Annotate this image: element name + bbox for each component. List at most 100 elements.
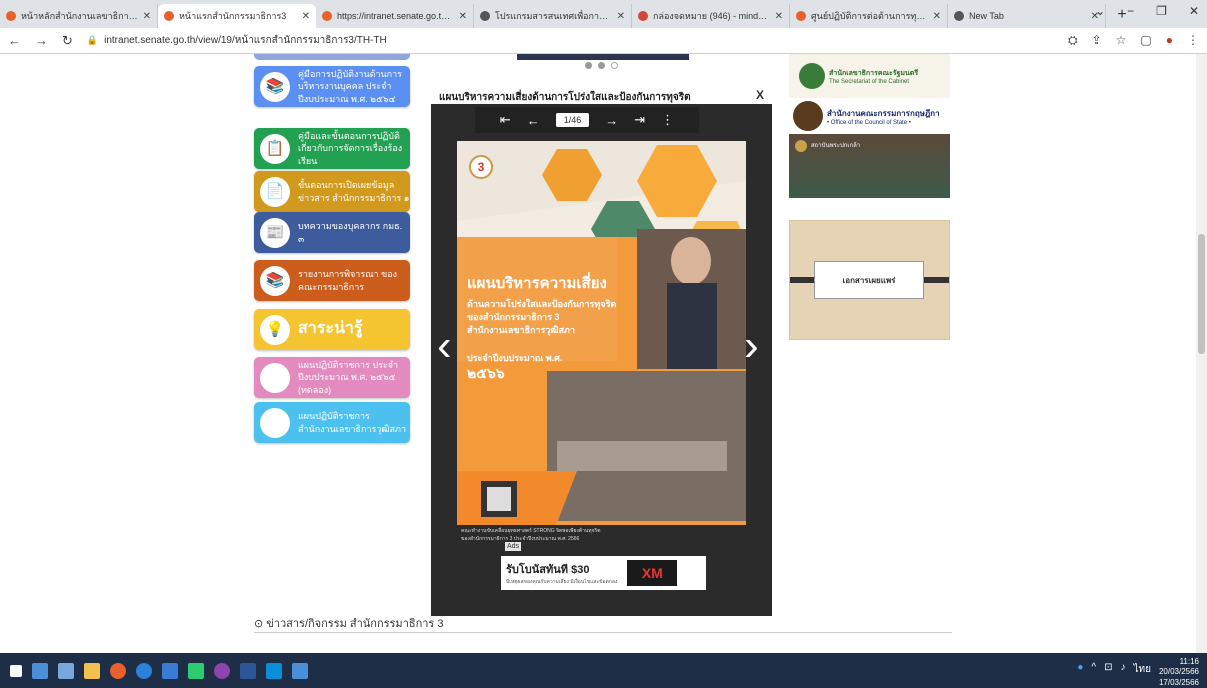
menu-button[interactable]: 💡 สาระน่ารู้ — [254, 309, 410, 350]
minimize-icon[interactable]: − — [1127, 4, 1134, 18]
volume-icon[interactable]: ♪ — [1121, 662, 1126, 677]
browser-tab[interactable]: หน้าหลักสำนักงานเลขาธิการวุฒิสภา ✕ — [0, 4, 158, 28]
news-heading[interactable]: ⊙ ข่าวสาร/กิจกรรม สำนักกรรมาธิการ 3 — [254, 614, 444, 632]
browser-tab[interactable]: หน้าแรกสำนักกรรมาธิการ3 ✕ — [158, 4, 316, 28]
first-page-icon[interactable]: ⇤ — [500, 112, 511, 128]
cover-sub2: ของสำนักกรรมาธิการ 3 — [467, 312, 560, 322]
publications-banner[interactable]: เอกสารเผยแพร่ — [789, 220, 950, 340]
menu-button-label: ขั้นตอนการเปิดเผยข้อมูลข่าวสาร สำนักกรรม… — [298, 179, 410, 203]
menu-button[interactable]: 📚 รายงานการพิจารณา ของคณะกรรมาธิการ — [254, 260, 410, 301]
clock-time: 11:16 — [1179, 657, 1199, 666]
menu-button[interactable]: ③ แผนปฏิบัติราชการ สำนักงานเลขาธิการวุฒิส… — [254, 402, 410, 443]
tab-search-icon[interactable]: ⌄ — [1095, 4, 1105, 18]
menu-button-label: สาระน่ารู้ — [298, 320, 363, 338]
article-icon: 📰 — [260, 217, 290, 248]
clock[interactable]: 11:16 20/03/2566 17/03/2566 — [1159, 657, 1199, 688]
taskbar-app-icon[interactable] — [58, 662, 74, 679]
translate-icon[interactable]: ⛭ — [1068, 33, 1078, 48]
restore-icon[interactable]: ❐ — [1156, 4, 1167, 18]
word-icon[interactable] — [240, 662, 256, 679]
tab-close-icon[interactable]: ✕ — [143, 11, 151, 22]
taskbar-app-icon[interactable] — [162, 662, 178, 679]
partner-link-cabinet[interactable]: สำนักเลขาธิการคณะรัฐมนตรี The Secretaria… — [789, 54, 950, 98]
cover-caption2: ของสำนักกรรมาธิการ 3 ประจำปีงบประมาณ พ.ศ… — [461, 536, 580, 542]
chrome-icon[interactable] — [110, 662, 126, 679]
modal-close-button[interactable]: X — [756, 88, 764, 102]
clock-date: 20/03/2566 — [1158, 667, 1199, 677]
browser-tab[interactable]: โปรแกรมสารสนเทศเพื่อการบุคคล ✕ — [474, 4, 632, 28]
menu-button-label: แผนปฏิบัติราชการ ประจำปีงบประมาณ พ.ศ. ๒๕… — [298, 359, 399, 395]
menu-button-cropped[interactable] — [254, 54, 410, 60]
extension-icon[interactable]: ● — [1166, 33, 1173, 48]
tab-title: กล่องจดหมาย (946) - mindayecha — [653, 11, 770, 21]
next-arrow-icon[interactable]: › — [744, 324, 759, 368]
org2-name: สำนักงานคณะกรรมการกฤษฎีกา — [827, 108, 940, 118]
tab-favicon-icon — [954, 11, 964, 21]
menu-button[interactable]: ③ แผนปฏิบัติราชการ ประจำปีงบประมาณ พ.ศ. ๒… — [254, 357, 410, 398]
scrollbar-thumb[interactable] — [1198, 234, 1205, 354]
advertisement[interactable]: รับโบนัสทันที $30 มีเหตุผลของคุณกับความเ… — [501, 556, 706, 590]
bookmark-star-icon[interactable]: ☆ — [1116, 33, 1127, 48]
cover-sub3: สำนักงานเลขาธิการวุฒิสภา — [467, 325, 576, 335]
reload-icon[interactable]: ↻ — [62, 33, 73, 49]
help-icon[interactable]: ● — [1077, 662, 1083, 677]
cover-heading: แผนบริหารความเสี่ยง — [467, 275, 607, 292]
line-icon[interactable] — [188, 662, 204, 679]
taskbar-app-icon[interactable] — [214, 662, 230, 679]
prev-arrow-icon[interactable]: ‹ — [437, 324, 452, 368]
start-icon[interactable] — [10, 664, 22, 677]
tab-close-icon[interactable]: ✕ — [617, 11, 625, 22]
menu-button[interactable]: 📋 คู่มือและขั้นตอนการปฏิบัติ เกี่ยวกับการ… — [254, 128, 410, 169]
tab-favicon-icon — [322, 11, 332, 21]
share-icon[interactable]: ⇪ — [1092, 33, 1102, 48]
page-indicator[interactable]: 1/46 — [555, 113, 590, 127]
last-page-icon[interactable]: ⇥ — [634, 112, 645, 128]
tab-close-icon[interactable]: ✕ — [775, 11, 783, 22]
tab-close-icon[interactable]: ✕ — [933, 11, 941, 22]
chevron-up-icon[interactable]: ^ — [1091, 662, 1096, 677]
teams-icon[interactable] — [266, 662, 282, 679]
page-scrollbar[interactable] — [1196, 54, 1207, 653]
clock-date-second: 17/03/2566 — [1158, 677, 1199, 687]
menu-icon[interactable]: ⋮ — [1187, 33, 1199, 48]
menu-button[interactable]: 📰 บทความของบุคลากร กมธ. ๓ — [254, 212, 410, 253]
close-window-icon[interactable]: ✕ — [1189, 4, 1199, 18]
cover-background — [457, 141, 746, 549]
language-indicator[interactable]: ไทย — [1134, 662, 1151, 677]
news-divider — [254, 632, 952, 633]
viewer-controls: ⇤ ← 1/46 → ⇥ ⋮ — [475, 107, 699, 133]
browser-tab[interactable]: กล่องจดหมาย (946) - mindayecha ✕ — [632, 4, 790, 28]
carousel-image-cropped — [517, 54, 689, 60]
page-content: 📚 คู่มือการปฏิบัติงานด้านการบริหารงานบุคค… — [0, 54, 1196, 653]
browser-tab[interactable]: ศูนย์ปฏิบัติการต่อต้านการทุจริต ✕ — [790, 4, 948, 28]
forward-icon[interactable]: → — [35, 33, 48, 48]
tab-close-icon[interactable]: ✕ — [302, 11, 310, 22]
tab-title: หน้าหลักสำนักงานเลขาธิการวุฒิสภา — [21, 11, 138, 21]
browser-tab[interactable]: https://intranet.senate.go.th/vie ✕ — [316, 4, 474, 28]
address-bar[interactable]: 🔒 intranet.senate.go.th/view/19/หน้าแรกส… — [87, 31, 1054, 51]
menu-button[interactable]: 📄 ขั้นตอนการเปิดเผยข้อมูลข่าวสาร สำนักกรร… — [254, 171, 410, 212]
side-panel-icon[interactable]: ▢ — [1140, 33, 1151, 48]
mail-icon[interactable] — [292, 662, 308, 679]
network-icon[interactable]: ⊡ — [1104, 662, 1112, 677]
partner-link-council[interactable]: สำนักงานคณะกรรมการกฤษฎีกา • Office of th… — [789, 98, 950, 134]
org1-name-en: The Secretariat of the Cabinet — [829, 78, 910, 85]
edge-icon[interactable] — [136, 662, 152, 679]
menu-button-label: รายงานการพิจารณา ของคณะกรรมาธิการ — [298, 268, 398, 292]
partner-link-kpi[interactable]: สถาบันพระปกเกล้า — [789, 134, 950, 198]
modal-title: แผนบริหารความเสี่ยงด้านการโปร่งใสและป้อง… — [439, 92, 691, 103]
file-explorer-icon[interactable] — [84, 662, 100, 679]
carousel-dots — [571, 62, 631, 70]
menu-button-label: คู่มือและขั้นตอนการปฏิบัติ เกี่ยวกับการจ… — [298, 130, 403, 166]
prev-page-icon[interactable]: ← — [527, 113, 540, 128]
more-options-icon[interactable]: ⋮ — [661, 112, 674, 128]
taskbar-app-icon[interactable] — [32, 662, 48, 679]
next-page-icon[interactable]: → — [605, 113, 618, 128]
browser-toolbar: ← → ↻ 🔒 intranet.senate.go.th/view/19/หน… — [0, 28, 1207, 54]
tab-title: ศูนย์ปฏิบัติการต่อต้านการทุจริต — [811, 11, 928, 21]
back-icon[interactable]: ← — [8, 33, 21, 48]
menu-button[interactable]: 📚 คู่มือการปฏิบัติงานด้านการบริหารงานบุคค… — [254, 66, 410, 107]
lightbulb-icon: 💡 — [260, 314, 290, 345]
tab-close-icon[interactable]: ✕ — [459, 11, 467, 22]
browser-tab[interactable]: New Tab ✕ — [948, 4, 1106, 28]
